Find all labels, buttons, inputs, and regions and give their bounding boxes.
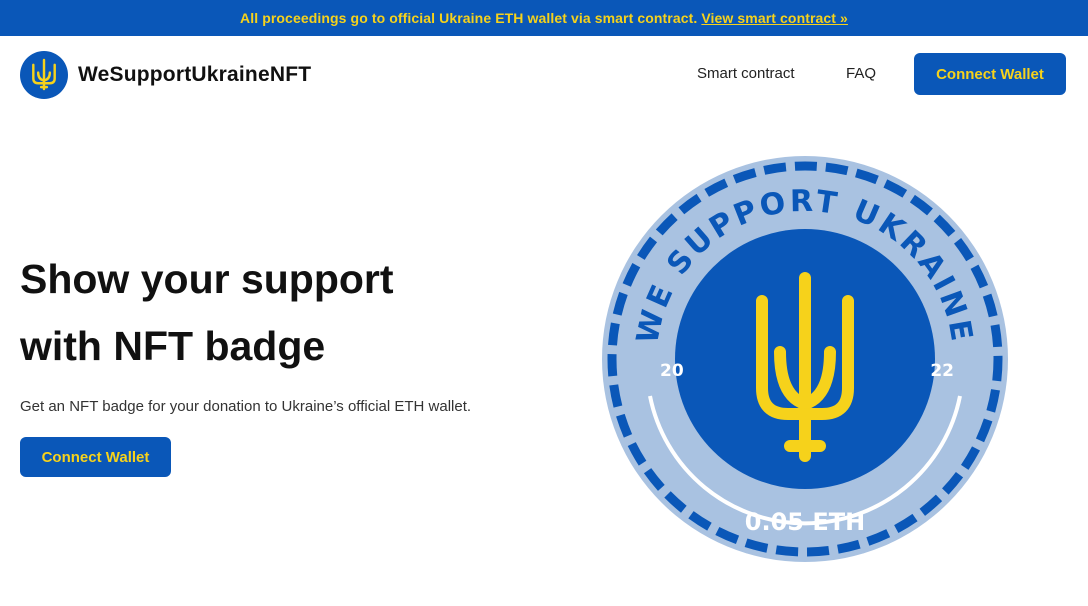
badge-year-left: 20 [660, 361, 684, 381]
nav-faq-link[interactable]: FAQ [846, 65, 876, 82]
hero-title: Show your support with NFT badge [20, 246, 540, 380]
header-connect-wallet-button[interactable]: Connect Wallet [914, 53, 1066, 95]
site-header: WeSupportUkraineNFT Smart contract FAQ C… [0, 36, 1088, 114]
badge-year-right: 22 [930, 361, 954, 381]
logo-badge [20, 51, 68, 99]
logo[interactable]: WeSupportUkraineNFT [20, 51, 311, 99]
hero-title-line2: with NFT badge [20, 323, 326, 369]
view-smart-contract-link[interactable]: View smart contract » [701, 10, 848, 26]
logo-text: WeSupportUkraineNFT [78, 63, 312, 86]
announcement-text: All proceedings go to official Ukraine E… [240, 10, 698, 26]
hero-connect-wallet-button[interactable]: Connect Wallet [20, 437, 171, 477]
announcement-bar: All proceedings go to official Ukraine E… [0, 0, 1088, 36]
trident-icon [32, 58, 56, 91]
badge-price: 0.05 ETH [745, 508, 865, 536]
nft-badge: WE SUPPORT UKRAINE 20 22 0.05 ETH [602, 156, 1008, 562]
nav-smart-contract-link[interactable]: Smart contract [697, 65, 795, 82]
hero-subtitle: Get an NFT badge for your donation to Uk… [20, 398, 472, 415]
hero-title-line1: Show your support [20, 256, 394, 302]
